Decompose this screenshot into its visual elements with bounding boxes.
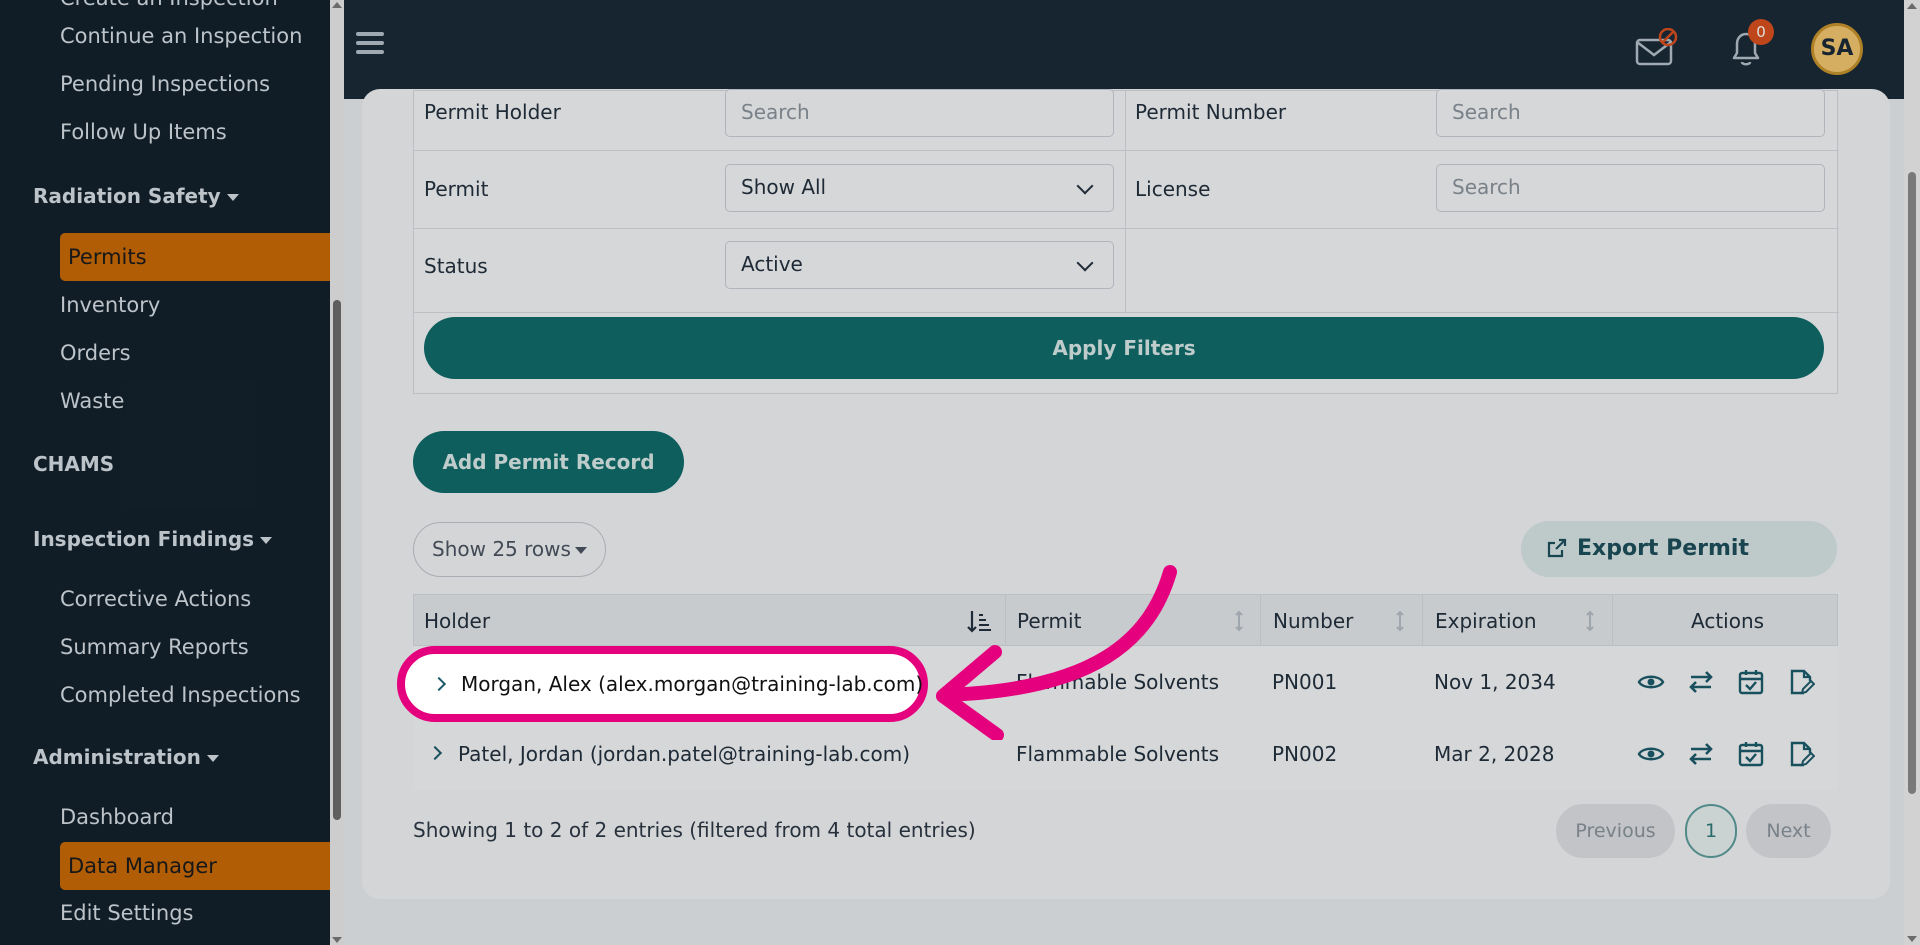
calendar-check-icon[interactable] xyxy=(1737,668,1765,696)
column-separator xyxy=(1422,595,1423,647)
status-select-value: Active xyxy=(741,252,803,276)
pagination-next-button[interactable]: Next xyxy=(1746,804,1831,858)
transfer-arrows-icon[interactable] xyxy=(1687,668,1715,696)
column-separator xyxy=(1260,595,1261,647)
cell-expiration: Mar 2, 2028 xyxy=(1434,742,1555,766)
sidebar: Create an Inspection Continue an Inspect… xyxy=(0,0,330,945)
sidebar-heading-label: Administration xyxy=(33,745,201,769)
license-search-input[interactable]: Search xyxy=(1436,164,1825,212)
sidebar-scrollbar[interactable] xyxy=(330,0,344,945)
sidebar-heading-chams[interactable]: CHAMS xyxy=(33,452,114,476)
sort-both-icon[interactable] xyxy=(1585,609,1595,633)
permit-number-label: Permit Number xyxy=(1135,100,1287,124)
add-permit-record-button[interactable]: Add Permit Record xyxy=(413,431,684,493)
scroll-up-arrow-icon[interactable] xyxy=(1907,3,1917,9)
scroll-down-arrow-icon[interactable] xyxy=(1907,936,1917,942)
cell-holder[interactable]: Morgan, Alex (alex.morgan@training-lab.c… xyxy=(461,654,923,714)
sort-both-icon[interactable] xyxy=(1395,609,1405,633)
chevron-down-icon xyxy=(1076,177,1094,195)
export-permit-records-button[interactable]: Export Permit Records xyxy=(1521,521,1837,617)
notification-count-badge: 0 xyxy=(1748,19,1774,45)
sidebar-item-pending-inspections[interactable]: Pending Inspections xyxy=(60,72,270,96)
status-select[interactable]: Active xyxy=(725,241,1114,289)
rows-per-page-select[interactable]: Show 25 rows xyxy=(413,522,606,577)
calendar-check-icon[interactable] xyxy=(1737,740,1765,768)
sidebar-item-create-inspection[interactable]: Create an Inspection xyxy=(60,0,278,10)
sidebar-item-edit-settings[interactable]: Edit Settings xyxy=(60,901,193,925)
hamburger-menu-icon[interactable] xyxy=(356,32,384,56)
column-header-actions: Actions xyxy=(1691,609,1765,633)
view-eye-icon[interactable] xyxy=(1637,740,1665,768)
cell-expiration: Nov 1, 2034 xyxy=(1434,670,1556,694)
pagination-page-1-button[interactable]: 1 xyxy=(1685,804,1737,858)
edit-document-icon[interactable] xyxy=(1787,740,1815,768)
sidebar-item-orders[interactable]: Orders xyxy=(60,341,131,365)
status-label: Status xyxy=(424,254,488,278)
sidebar-item-follow-up-items[interactable]: Follow Up Items xyxy=(60,120,227,144)
caret-down-icon xyxy=(226,194,239,201)
license-label: License xyxy=(1135,177,1211,201)
expand-chevron-icon[interactable] xyxy=(431,676,447,692)
permit-holder-search-input[interactable]: Search xyxy=(725,89,1114,137)
cell-holder[interactable]: Patel, Jordan (jordan.patel@training-lab… xyxy=(458,718,910,790)
pointer-arrow-icon xyxy=(936,565,1177,740)
scroll-up-arrow-icon[interactable] xyxy=(332,2,342,8)
sidebar-item-data-manager[interactable]: Data Manager xyxy=(60,842,330,890)
sidebar-item-permits[interactable]: Permits xyxy=(60,233,330,281)
caret-down-icon xyxy=(206,755,219,762)
sidebar-item-continue-inspection[interactable]: Continue an Inspection xyxy=(60,24,302,48)
caret-down-icon xyxy=(575,547,587,554)
cell-number: PN001 xyxy=(1272,670,1338,694)
sidebar-heading-inspection-findings[interactable]: Inspection Findings xyxy=(33,527,273,551)
permit-select[interactable]: Show All xyxy=(725,164,1114,212)
permit-holder-label: Permit Holder xyxy=(424,100,561,124)
user-avatar[interactable]: SA xyxy=(1811,23,1863,75)
edit-document-icon[interactable] xyxy=(1787,668,1815,696)
filter-panel: Permit Holder Search Permit Number Searc… xyxy=(413,89,1839,394)
expand-chevron-icon[interactable] xyxy=(427,745,443,761)
column-header-number[interactable]: Number xyxy=(1273,595,1353,647)
column-header-holder[interactable]: Holder xyxy=(424,595,490,647)
pagination-previous-button[interactable]: Previous xyxy=(1556,804,1675,858)
apply-filters-button[interactable]: Apply Filters xyxy=(424,317,1824,379)
filter-column-divider xyxy=(1125,91,1126,312)
main-scrollbar[interactable] xyxy=(1904,0,1920,945)
cell-number: PN002 xyxy=(1272,742,1338,766)
sidebar-item-inventory[interactable]: Inventory xyxy=(60,293,160,317)
filter-row xyxy=(414,229,1839,313)
column-header-expiration[interactable]: Expiration xyxy=(1435,595,1537,647)
sidebar-heading-administration[interactable]: Administration xyxy=(33,745,219,769)
top-bar: 0 SA xyxy=(344,0,1904,99)
mail-disabled-icon[interactable] xyxy=(1634,28,1678,68)
sort-both-icon[interactable] xyxy=(1234,609,1244,633)
column-separator xyxy=(1612,595,1613,647)
permit-label: Permit xyxy=(424,177,489,201)
sidebar-item-waste[interactable]: Waste xyxy=(60,389,124,413)
entries-info: Showing 1 to 2 of 2 entries (filtered fr… xyxy=(413,818,976,842)
highlighted-holder-cell[interactable]: Morgan, Alex (alex.morgan@training-lab.c… xyxy=(397,646,928,722)
sidebar-heading-label: Radiation Safety xyxy=(33,184,221,208)
chevron-down-icon xyxy=(1076,254,1094,272)
rows-per-page-label: Show 25 rows xyxy=(432,537,571,561)
caret-down-icon xyxy=(260,537,273,544)
export-icon xyxy=(1547,538,1567,558)
sidebar-item-summary-reports[interactable]: Summary Reports xyxy=(60,635,249,659)
sidebar-item-dashboard[interactable]: Dashboard xyxy=(60,805,174,829)
permit-number-search-input[interactable]: Search xyxy=(1436,89,1825,137)
sidebar-heading-radiation-safety[interactable]: Radiation Safety xyxy=(33,184,239,208)
sidebar-item-completed-inspections[interactable]: Completed Inspections xyxy=(60,683,301,707)
scroll-down-arrow-icon[interactable] xyxy=(332,937,342,943)
sidebar-scroll-thumb[interactable] xyxy=(333,300,341,820)
main-scroll-thumb[interactable] xyxy=(1908,172,1916,794)
sidebar-item-corrective-actions[interactable]: Corrective Actions xyxy=(60,587,251,611)
view-eye-icon[interactable] xyxy=(1637,668,1665,696)
transfer-arrows-icon[interactable] xyxy=(1687,740,1715,768)
sidebar-heading-label: Inspection Findings xyxy=(33,527,255,551)
permit-select-value: Show All xyxy=(741,175,827,199)
